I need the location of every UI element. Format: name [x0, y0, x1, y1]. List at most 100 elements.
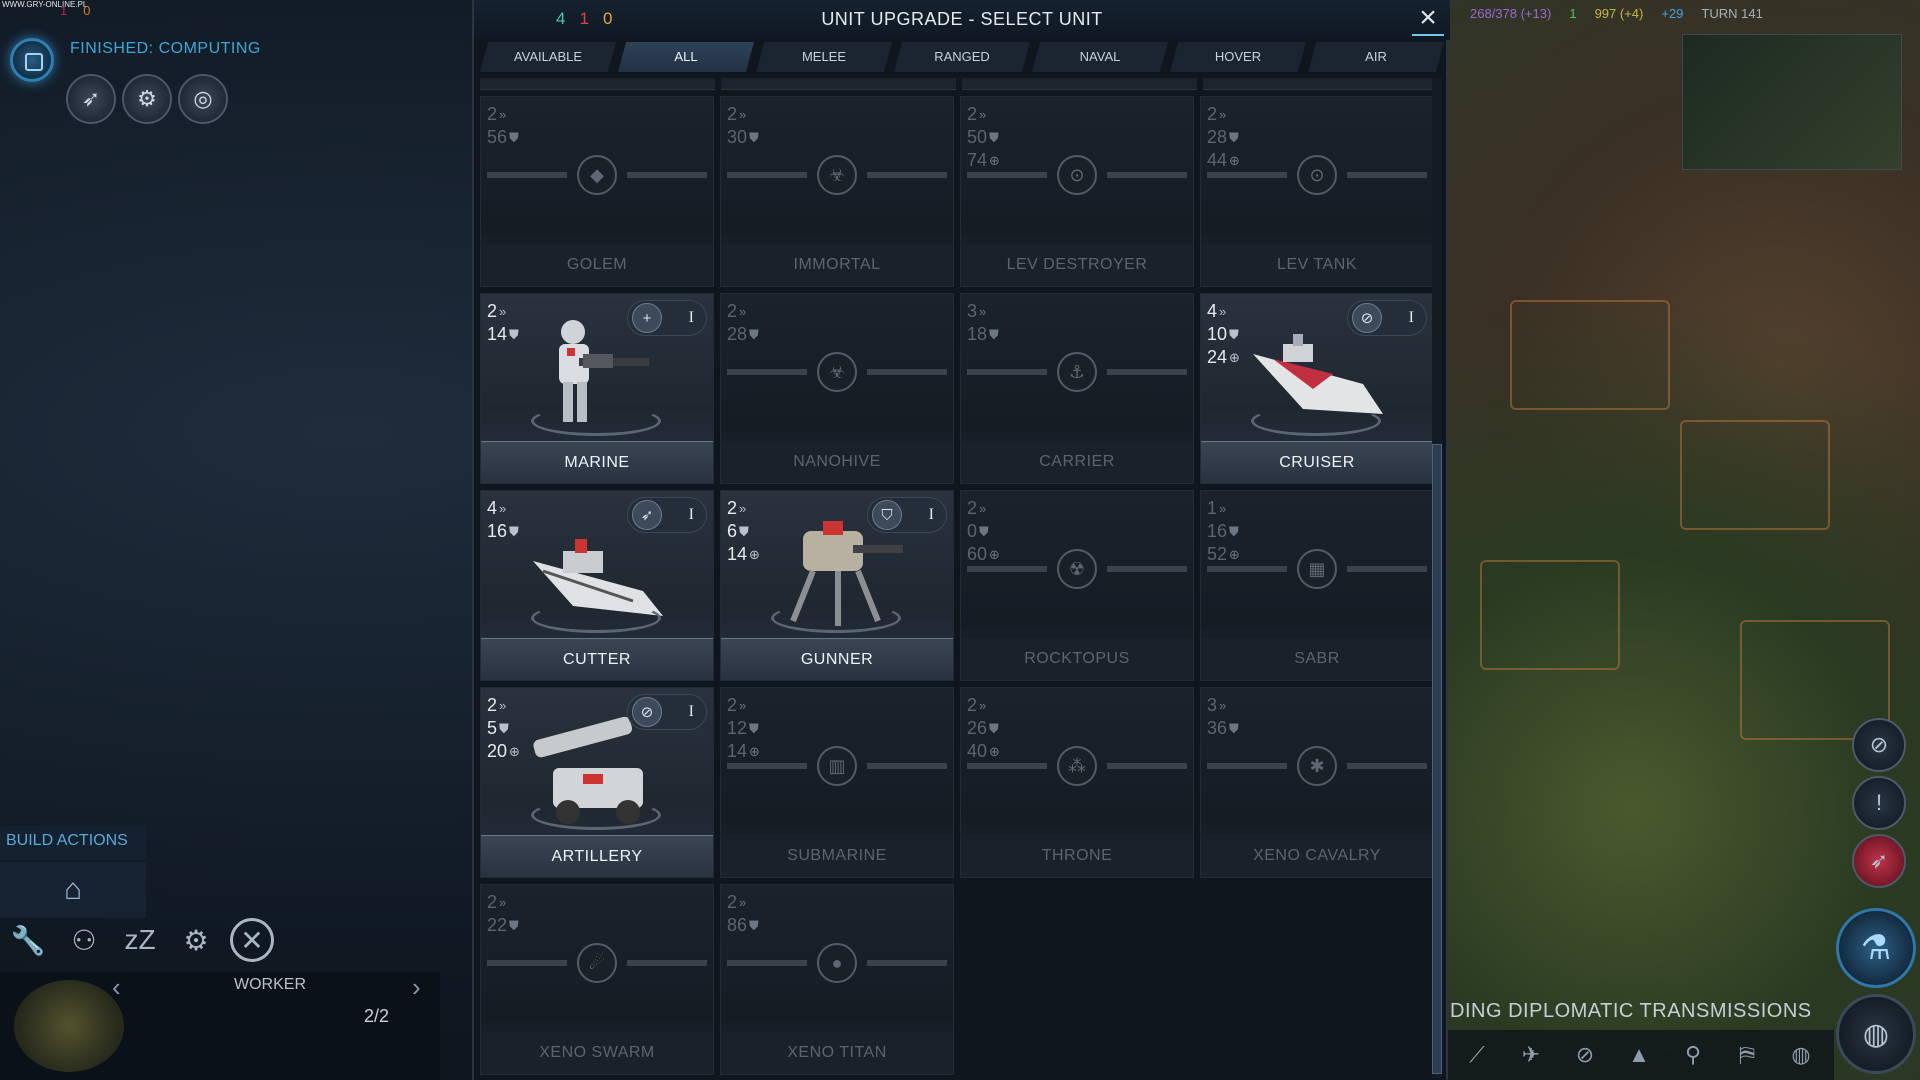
unit-card-cutter[interactable]: 4» 16 ⛊ ➶ I CUTTER — [480, 490, 714, 681]
tool-icon-3[interactable]: ⊘ — [1568, 1042, 1602, 1068]
tab-all[interactable]: ALL — [618, 42, 754, 72]
unit-card-throne[interactable]: 2» 26 ⛊ 40 ⊕ ⁂ THRONE — [960, 687, 1194, 878]
unit-card-immortal[interactable]: 2» 30 ⛊ ☣ IMMORTAL — [720, 96, 954, 287]
upgrade-tier-badge[interactable]: + I — [627, 300, 707, 336]
unit-card-xeno-titan[interactable]: 2» 86 ⛊ ● XENO TITAN — [720, 884, 954, 1075]
move-icon: » — [739, 304, 747, 319]
harmony-icon: ☣ — [817, 352, 857, 392]
unit-name-label: ARTILLERY — [481, 835, 713, 877]
energy-value[interactable]: 997 (+4) — [1595, 6, 1644, 21]
unit-card-sabr[interactable]: 1» 16 ⛊ 52 ⊕ ▦ SABR — [1200, 490, 1434, 681]
minimap[interactable] — [1682, 34, 1902, 170]
stat-ranged: 40 ⊕ — [967, 740, 1000, 763]
stat-strength: 56 ⛊ — [487, 126, 519, 149]
top-right-hud: 268/378 (+13) 1 997 (+4) +29 TURN 141 — [1470, 6, 1763, 21]
tab-naval[interactable]: NAVAL — [1032, 42, 1168, 72]
unit-name-label: XENO CAVALRY — [1201, 835, 1433, 877]
upgrade-tier-badge[interactable]: ⊘ I — [1347, 300, 1427, 336]
unit-card-cruiser[interactable]: 4» 10 ⛊ 24 ⊕ ⊘ I CRUISER — [1200, 293, 1434, 484]
unit-stats: 3» 36 ⛊ — [1207, 694, 1239, 740]
unit-card-submarine[interactable]: 2» 12 ⛊ 14 ⊕ ▥ SUBMARINE — [720, 687, 954, 878]
move-icon: » — [979, 501, 987, 516]
stat-strength: 12 ⛊ — [727, 717, 760, 740]
build-improvement-button[interactable]: ⌂ — [0, 862, 146, 918]
tier-label: I — [688, 506, 694, 523]
science-value[interactable]: +29 — [1661, 6, 1683, 21]
stat-strength-value: 28 — [1207, 127, 1228, 147]
tool-icon-1[interactable]: ⟋ — [1460, 1042, 1494, 1068]
unit-card-rocktopus[interactable]: 2» 0 ⛊ 60 ⊕ ☢ ROCKTOPUS — [960, 490, 1194, 681]
tool-icon-4[interactable]: ▲ — [1622, 1042, 1656, 1068]
population-value[interactable]: 268/378 (+13) — [1470, 6, 1551, 21]
unit-card-xeno-swarm[interactable]: 2» 22 ⛊ ☄ XENO SWARM — [480, 884, 714, 1075]
tool-icon-5[interactable]: ⚲ — [1676, 1042, 1710, 1068]
move-icon: » — [739, 698, 747, 713]
move-icon: » — [979, 304, 987, 319]
orbital-icon[interactable]: ⚙ — [122, 74, 172, 124]
alert-icon[interactable]: ! — [1852, 776, 1906, 830]
unit-name-label: GUNNER — [721, 638, 953, 680]
stat-ranged-value: 74 — [967, 150, 988, 170]
unit-list-scrollbar[interactable] — [1432, 78, 1442, 1078]
unit-name-label: CARRIER — [961, 441, 1193, 483]
health-value[interactable]: 1 — [1569, 6, 1576, 21]
stat-ranged-value: 60 — [967, 544, 988, 564]
unit-card-golem[interactable]: 2» 56 ⛊ ◆ GOLEM — [480, 96, 714, 287]
military-icon[interactable]: ➶ — [1852, 834, 1906, 888]
stat-ranged-value: 24 — [1207, 347, 1228, 367]
upgrade-tier-badge[interactable]: ➶ I — [627, 497, 707, 533]
unit-card-lev-tank[interactable]: 2» 28 ⛊ 44 ⊕ ⊙ LEV TANK — [1200, 96, 1434, 287]
tab-air[interactable]: AIR — [1308, 42, 1444, 72]
rocket-icon[interactable]: ➶ — [66, 74, 116, 124]
tool-icon-6[interactable]: ⛿ — [1730, 1042, 1764, 1068]
counter-orange: 0 — [83, 3, 91, 18]
cancel-icon[interactable]: ✕ — [230, 918, 274, 962]
tool-icon-7[interactable]: ◍ — [1784, 1042, 1818, 1068]
unit-card-lev-destroyer[interactable]: 2» 50 ⛊ 74 ⊕ ⊙ LEV DESTROYER — [960, 96, 1194, 287]
science-flask-icon[interactable]: ⚗ — [1836, 908, 1916, 988]
person-icon[interactable]: ⚇ — [62, 918, 106, 962]
strategic-view-icon[interactable]: ⊘ — [1852, 718, 1906, 772]
tab-available[interactable]: AVAILABLE — [480, 42, 616, 72]
pedestal — [1251, 406, 1381, 436]
satellite-icon[interactable]: ◎ — [178, 74, 228, 124]
diplomacy-status[interactable]: IDING DIPLOMATIC TRANSMISSIONS — [1444, 1000, 1812, 1023]
unit-stats: 2» 5 ⛊ 20 ⊕ — [487, 694, 520, 763]
build-actions-title: BUILD ACTIONS — [0, 826, 146, 860]
upgrade-tier-badge[interactable]: ⛉ I — [867, 497, 947, 533]
unit-card-marine[interactable]: 2» 14 ⛊ + I MARINE — [480, 293, 714, 484]
tool-icon-2[interactable]: ✈ — [1514, 1042, 1548, 1068]
globe-icon[interactable]: ◍ — [1836, 994, 1916, 1074]
turn-counter: TURN 141 — [1701, 6, 1763, 21]
computing-emblem-icon[interactable] — [10, 38, 54, 82]
wrench-icon[interactable]: 🔧 — [6, 918, 50, 962]
shield-icon: ⛉ — [872, 500, 902, 530]
unit-card-artillery[interactable]: 2» 5 ⛊ 20 ⊕ ⊘ I ARTILLERY — [480, 687, 714, 878]
scrollbar-thumb[interactable] — [1432, 444, 1442, 1074]
computing-status[interactable]: FINISHED: COMPUTING — [70, 40, 261, 58]
gear-icon[interactable]: ⚙ — [174, 918, 218, 962]
unit-card-nanohive[interactable]: 2» 28 ⛊ ☣ NANOHIVE — [720, 293, 954, 484]
unit-stats: 2» 30 ⛊ — [727, 103, 759, 149]
unit-card-carrier[interactable]: 3» 18 ⛊ ⚓ CARRIER — [960, 293, 1194, 484]
unit-name-label: SUBMARINE — [721, 835, 953, 877]
worker-portrait[interactable] — [14, 980, 124, 1072]
stat-move: 4» — [487, 497, 519, 520]
close-icon[interactable]: × — [1412, 3, 1444, 36]
unit-grid-area: 2» 56 ⛊ ◆ GOLEM 2» 30 ⛊ ☣ IMMORTAL 2» 50 ⛊ 74 ⊕ ⊙ LEV DE… — [480, 78, 1438, 1080]
prev-unit-arrow-icon[interactable]: ‹ — [112, 972, 121, 1003]
counter-red: 1 — [60, 3, 68, 18]
sleep-icon[interactable]: zZ — [118, 918, 162, 962]
next-unit-arrow-icon[interactable]: › — [412, 972, 421, 1003]
tab-melee[interactable]: MELEE — [756, 42, 892, 72]
bottom-toolbar: ⟋ ✈ ⊘ ▲ ⚲ ⛿ ◍ — [1444, 1030, 1834, 1080]
upgrade-tier-badge[interactable]: ⊘ I — [627, 694, 707, 730]
unit-card-gunner[interactable]: 2» 6 ⛊ 14 ⊕ ⛉ I GUNNER — [720, 490, 954, 681]
tab-hover[interactable]: HOVER — [1170, 42, 1306, 72]
stat-ranged-value: 44 — [1207, 150, 1228, 170]
alien-icon: ✱ — [1297, 746, 1337, 786]
stat-ranged-value: 52 — [1207, 544, 1228, 564]
tab-ranged[interactable]: RANGED — [894, 42, 1030, 72]
unit-card-xeno-cavalry[interactable]: 3» 36 ⛊ ✱ XENO CAVALRY — [1200, 687, 1434, 878]
strength-icon: ⛊ — [509, 130, 519, 145]
